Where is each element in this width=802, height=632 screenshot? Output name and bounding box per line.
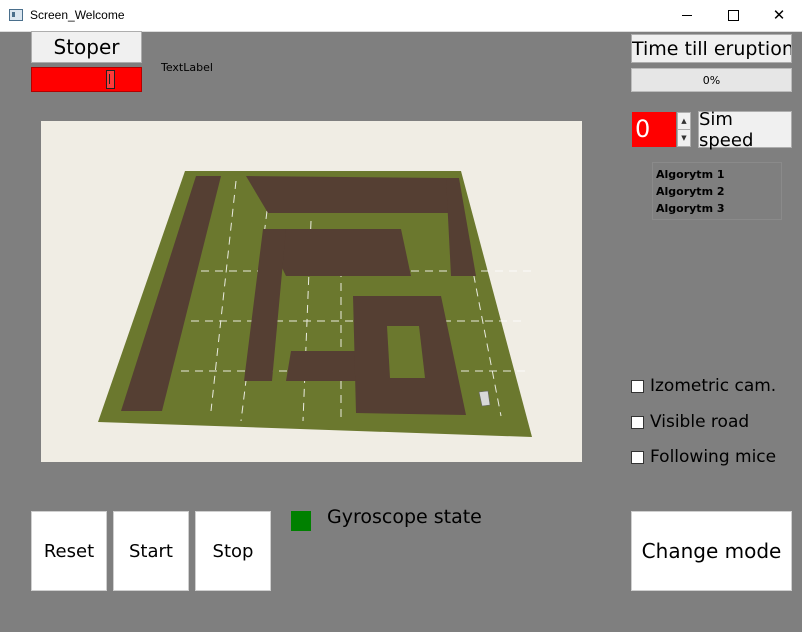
visible-road-option[interactable]: Visible road [631,411,749,433]
maze-wall-opening [387,326,425,378]
start-button[interactable]: Start [113,511,189,591]
algorithm-list[interactable]: Algorytm 1 Algorytm 2 Algorytm 3 [652,162,782,220]
close-icon: ✕ [772,6,786,24]
list-item[interactable]: Algorytm 2 [656,183,781,200]
maze-wall [246,176,459,213]
isometric-cam-checkbox[interactable] [631,379,644,393]
maze-wall [286,253,331,276]
list-item[interactable]: Algorytm 1 [656,166,781,183]
app-icon [9,9,23,21]
slider-handle-icon[interactable] [106,70,115,89]
visible-road-label: Visible road [650,412,750,432]
list-item[interactable]: Algorytm 3 [656,200,781,217]
stop-button[interactable]: Stop [195,511,271,591]
sim-speed-value[interactable]: 0 [632,112,676,147]
following-mice-option[interactable]: Following mice [631,446,776,468]
change-mode-button[interactable]: Change mode [631,511,792,591]
title-bar: Screen_Welcome ✕ [0,0,802,32]
isometric-cam-option[interactable]: Izometric cam. [631,375,776,397]
following-mice-label: Following mice [650,447,777,467]
gyroscope-state-label: Gyroscope state [327,506,482,528]
stoper-slider[interactable] [31,67,142,92]
eruption-progress-bar: 0% [631,68,792,92]
maximize-icon [727,10,739,21]
close-button[interactable]: ✕ [756,0,802,31]
sim-speed-button[interactable]: Sim speed [698,109,792,151]
time-till-eruption-button[interactable]: Time till eruption [631,34,792,63]
spin-down-icon[interactable]: ▼ [678,130,690,146]
isometric-cam-label: Izometric cam. [650,376,777,396]
maze-scene [98,171,532,437]
minimize-button[interactable] [664,0,710,31]
text-label: TextLabel [161,61,213,74]
maze-3d-viewport[interactable] [41,121,582,462]
stoper-button[interactable]: Stoper [31,31,142,63]
sim-speed-spinner[interactable]: ▲ ▼ [677,112,691,147]
following-mice-checkbox[interactable] [631,450,644,464]
reset-button[interactable]: Reset [31,511,107,591]
window-title: Screen_Welcome [30,8,125,22]
maximize-button[interactable] [710,0,756,31]
gyroscope-state-indicator [291,511,311,531]
minimize-icon [682,15,692,16]
visible-road-checkbox[interactable] [631,415,644,429]
spin-up-icon[interactable]: ▲ [678,113,690,130]
